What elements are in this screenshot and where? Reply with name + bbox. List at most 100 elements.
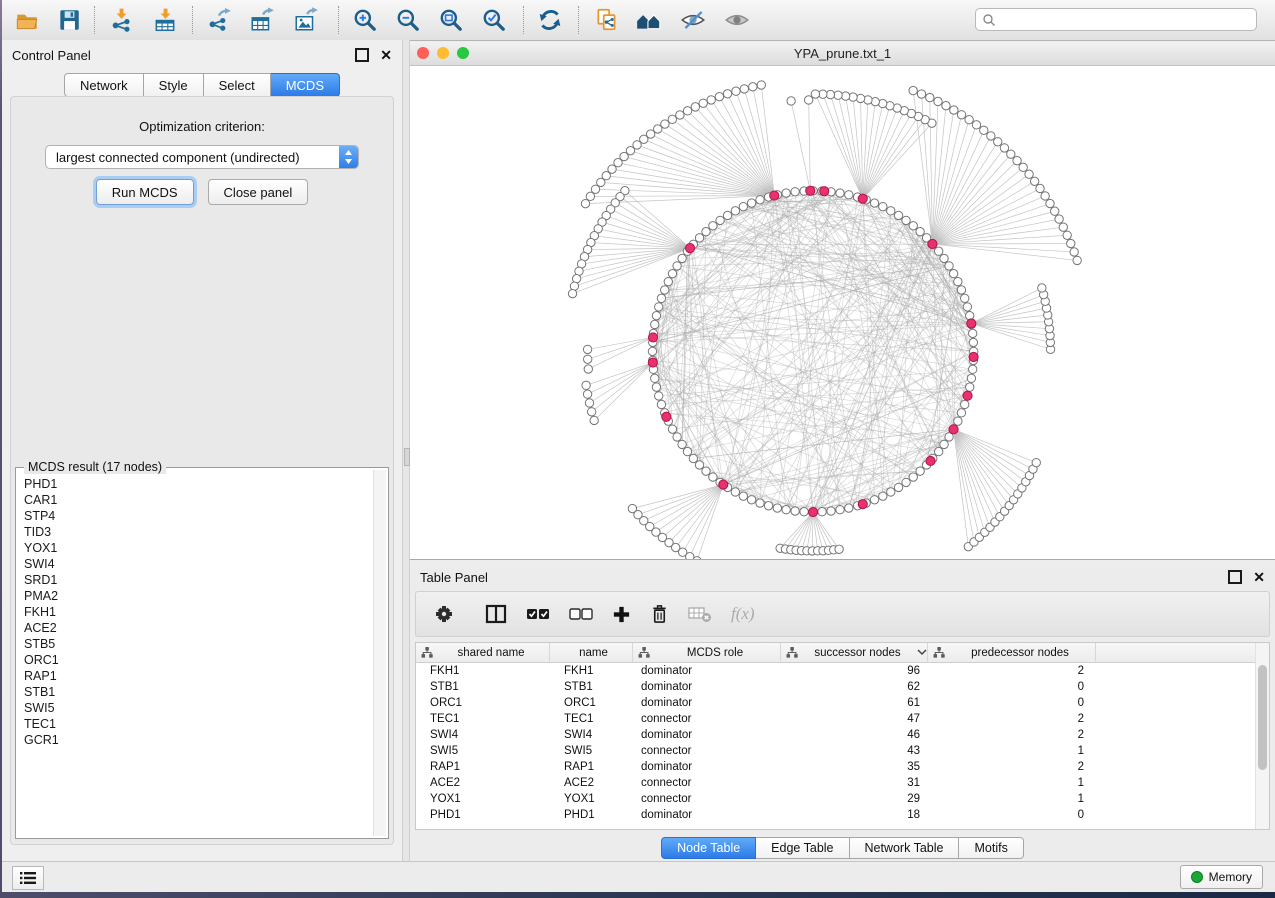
network-node[interactable] xyxy=(782,506,790,514)
network-node[interactable] xyxy=(716,216,724,224)
apply-layout-button[interactable] xyxy=(533,4,567,36)
mcds-node[interactable] xyxy=(648,333,657,342)
network-node[interactable] xyxy=(954,417,962,425)
network-node[interactable] xyxy=(811,90,819,98)
network-node[interactable] xyxy=(1030,177,1038,185)
network-node[interactable] xyxy=(1000,144,1008,152)
function-builder-button[interactable]: f(x) xyxy=(731,604,755,624)
network-node[interactable] xyxy=(957,111,965,119)
network-node[interactable] xyxy=(673,433,681,441)
network-node[interactable] xyxy=(1063,231,1071,239)
mcds-result-item[interactable]: TID3 xyxy=(24,524,372,540)
export-image-button[interactable] xyxy=(289,4,323,36)
delete-table-button[interactable] xyxy=(688,605,712,623)
tab-network-table[interactable]: Network Table xyxy=(850,837,960,859)
network-node[interactable] xyxy=(1038,284,1046,292)
table-row[interactable]: ACE2ACE2connector311 xyxy=(416,775,1269,791)
float-table-panel-button[interactable] xyxy=(1228,570,1242,584)
column-header-shared-name[interactable]: shared name xyxy=(416,643,550,662)
network-node[interactable] xyxy=(702,467,710,475)
network-node[interactable] xyxy=(709,473,717,481)
close-table-panel-button[interactable]: ✕ xyxy=(1253,571,1265,583)
export-table-button[interactable] xyxy=(245,4,279,36)
network-node[interactable] xyxy=(1046,199,1054,207)
export-network-button[interactable] xyxy=(202,4,236,36)
network-node[interactable] xyxy=(757,81,765,89)
network-node[interactable] xyxy=(934,97,942,105)
network-node[interactable] xyxy=(836,189,844,197)
network-node[interactable] xyxy=(1019,163,1027,171)
delete-row-button[interactable] xyxy=(650,604,669,624)
show-columns-button[interactable] xyxy=(485,604,507,624)
network-node[interactable] xyxy=(583,390,591,398)
mcds-result-item[interactable]: PHD1 xyxy=(24,476,372,492)
network-node[interactable] xyxy=(1051,207,1059,215)
network-node[interactable] xyxy=(691,103,699,111)
network-node[interactable] xyxy=(678,254,686,262)
mcds-node[interactable] xyxy=(648,358,657,367)
network-node[interactable] xyxy=(926,93,934,101)
network-node[interactable] xyxy=(894,483,902,491)
zoom-fit-button[interactable] xyxy=(434,4,468,36)
network-node[interactable] xyxy=(723,211,731,219)
network-node[interactable] xyxy=(967,374,975,382)
column-header-successor-nodes[interactable]: successor nodes xyxy=(781,643,928,662)
table-scrollbar[interactable] xyxy=(1255,643,1269,829)
network-node[interactable] xyxy=(963,303,971,311)
network-node[interactable] xyxy=(668,425,676,433)
network-node[interactable] xyxy=(804,96,812,104)
network-node[interactable] xyxy=(818,508,826,516)
tab-mcds[interactable]: MCDS xyxy=(271,73,340,97)
task-history-button[interactable] xyxy=(12,866,44,890)
import-network-button[interactable] xyxy=(104,4,138,36)
network-node[interactable] xyxy=(957,409,965,417)
network-node[interactable] xyxy=(961,294,969,302)
float-panel-button[interactable] xyxy=(355,48,369,62)
network-node[interactable] xyxy=(668,269,676,277)
network-node[interactable] xyxy=(731,488,739,496)
network-node[interactable] xyxy=(887,207,895,215)
network-node[interactable] xyxy=(652,312,660,320)
mcds-result-item[interactable]: GCR1 xyxy=(24,732,372,748)
network-node[interactable] xyxy=(1032,458,1040,466)
mcds-node[interactable] xyxy=(963,391,972,400)
network-node[interactable] xyxy=(723,90,731,98)
network-node[interactable] xyxy=(902,216,910,224)
new-network-from-selection-button[interactable] xyxy=(590,4,624,36)
network-node[interactable] xyxy=(709,222,717,230)
mcds-node[interactable] xyxy=(808,507,817,516)
mcds-node[interactable] xyxy=(806,186,815,195)
network-node[interactable] xyxy=(652,383,660,391)
add-row-button[interactable] xyxy=(612,605,631,624)
network-node[interactable] xyxy=(1067,239,1075,247)
network-node[interactable] xyxy=(950,106,958,114)
column-header-name[interactable]: name xyxy=(550,643,633,662)
mcds-result-item[interactable]: SWI4 xyxy=(24,556,372,572)
network-node[interactable] xyxy=(699,99,707,107)
network-node[interactable] xyxy=(695,461,703,469)
tab-node-table[interactable]: Node Table xyxy=(661,837,756,859)
network-node[interactable] xyxy=(657,400,665,408)
network-node[interactable] xyxy=(894,211,902,219)
network-node[interactable] xyxy=(686,552,694,559)
network-node[interactable] xyxy=(648,347,656,355)
network-node[interactable] xyxy=(957,286,965,294)
network-node[interactable] xyxy=(585,399,593,407)
network-node[interactable] xyxy=(586,192,594,200)
mcds-result-item[interactable]: STP4 xyxy=(24,508,372,524)
table-row[interactable]: PHD1PHD1dominator180 xyxy=(416,807,1269,823)
network-node[interactable] xyxy=(987,132,995,140)
network-node[interactable] xyxy=(934,447,942,455)
mcds-result-item[interactable]: STB1 xyxy=(24,684,372,700)
network-node[interactable] xyxy=(702,227,710,235)
network-node[interactable] xyxy=(961,400,969,408)
network-node[interactable] xyxy=(1025,170,1033,178)
network-node[interactable] xyxy=(791,507,799,515)
memory-button[interactable]: Memory xyxy=(1180,865,1263,889)
network-node[interactable] xyxy=(581,199,589,207)
network-node[interactable] xyxy=(583,355,591,363)
mcds-result-item[interactable]: SWI5 xyxy=(24,700,372,716)
network-node[interactable] xyxy=(689,454,697,462)
network-node[interactable] xyxy=(756,499,764,507)
network-node[interactable] xyxy=(568,289,576,297)
